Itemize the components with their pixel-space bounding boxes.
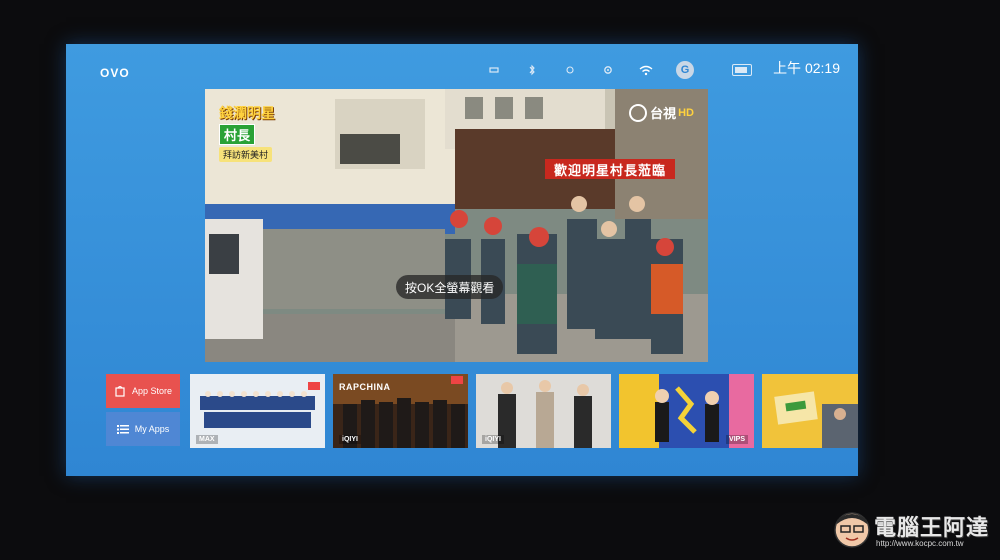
channel-logo-mark bbox=[629, 103, 648, 122]
channel-name: 台視 bbox=[650, 106, 677, 121]
battery-icon bbox=[732, 64, 752, 76]
content-thumbnail-2[interactable]: RAPCHINA iQIYI bbox=[333, 374, 468, 448]
audio-icon bbox=[562, 64, 578, 76]
app-store-label: App Store bbox=[131, 386, 173, 396]
content-thumbnail-3[interactable]: iQIYI bbox=[476, 374, 611, 448]
thumbnail-4-badge: VIPS bbox=[726, 435, 748, 444]
show-logo-title: 錢瀾明星 bbox=[219, 105, 275, 121]
thumbnail-2-badge: iQIYI bbox=[339, 435, 361, 444]
channel-logo: 台視 HD bbox=[629, 103, 694, 122]
thumbnail-3-badge: iQIYI bbox=[482, 435, 504, 444]
content-thumbnail-4[interactable]: VIPS bbox=[619, 374, 754, 448]
mascot-logo bbox=[834, 512, 870, 548]
wifi-icon[interactable] bbox=[638, 64, 654, 76]
thumbnail-5-art bbox=[762, 374, 858, 448]
clock: 上午 02:19 bbox=[773, 60, 840, 76]
thumbnail-1-badge: MAX bbox=[196, 435, 218, 444]
account-icon[interactable]: G bbox=[676, 61, 694, 79]
my-apps-tile[interactable]: My Apps bbox=[106, 412, 180, 446]
show-logo: 錢瀾明星 村長 拜訪新美村 bbox=[219, 103, 315, 162]
thumbnail-2-title: RAPCHINA bbox=[339, 382, 391, 392]
shopping-bag-icon bbox=[114, 385, 126, 397]
content-thumbnail-1[interactable]: MAX bbox=[190, 374, 325, 448]
settings-icon[interactable] bbox=[600, 64, 616, 76]
fullscreen-hint: 按OK全螢幕觀看 bbox=[396, 275, 504, 299]
status-icons: G bbox=[486, 61, 768, 79]
show-logo-subtitle: 村長 bbox=[219, 124, 256, 145]
welcome-banner: 歡迎明星村長蒞臨 bbox=[545, 159, 675, 179]
content-row: App Store My Apps MAX RAPCHINA iQIYI iQI… bbox=[106, 374, 866, 448]
top-status-bar: OVO G 上午 02:19 bbox=[66, 44, 858, 84]
site-watermark: 電腦王阿達 http://www.kocpc.com.tw bbox=[832, 508, 992, 554]
live-video-player[interactable]: 錢瀾明星 村長 拜訪新美村 台視 HD 歡迎明星村長蒞臨 按OK全螢幕觀看 bbox=[205, 89, 708, 362]
tv-screen: OVO G 上午 02:19 錢瀾明星 村長 拜訪新美村 台視 HD 歡迎明星村… bbox=[66, 44, 858, 476]
watermark-text: 電腦王阿達 bbox=[874, 515, 990, 540]
bluetooth-icon bbox=[524, 64, 540, 76]
my-apps-label: My Apps bbox=[134, 424, 170, 434]
content-thumbnail-5[interactable] bbox=[762, 374, 858, 448]
list-icon bbox=[116, 423, 129, 435]
app-store-tile[interactable]: App Store bbox=[106, 374, 180, 408]
usb-icon bbox=[486, 64, 502, 76]
ovo-logo: OVO bbox=[100, 66, 130, 80]
show-logo-episode: 拜訪新美村 bbox=[219, 147, 273, 162]
watermark-url: http://www.kocpc.com.tw bbox=[876, 539, 964, 548]
channel-quality: HD bbox=[678, 106, 694, 119]
